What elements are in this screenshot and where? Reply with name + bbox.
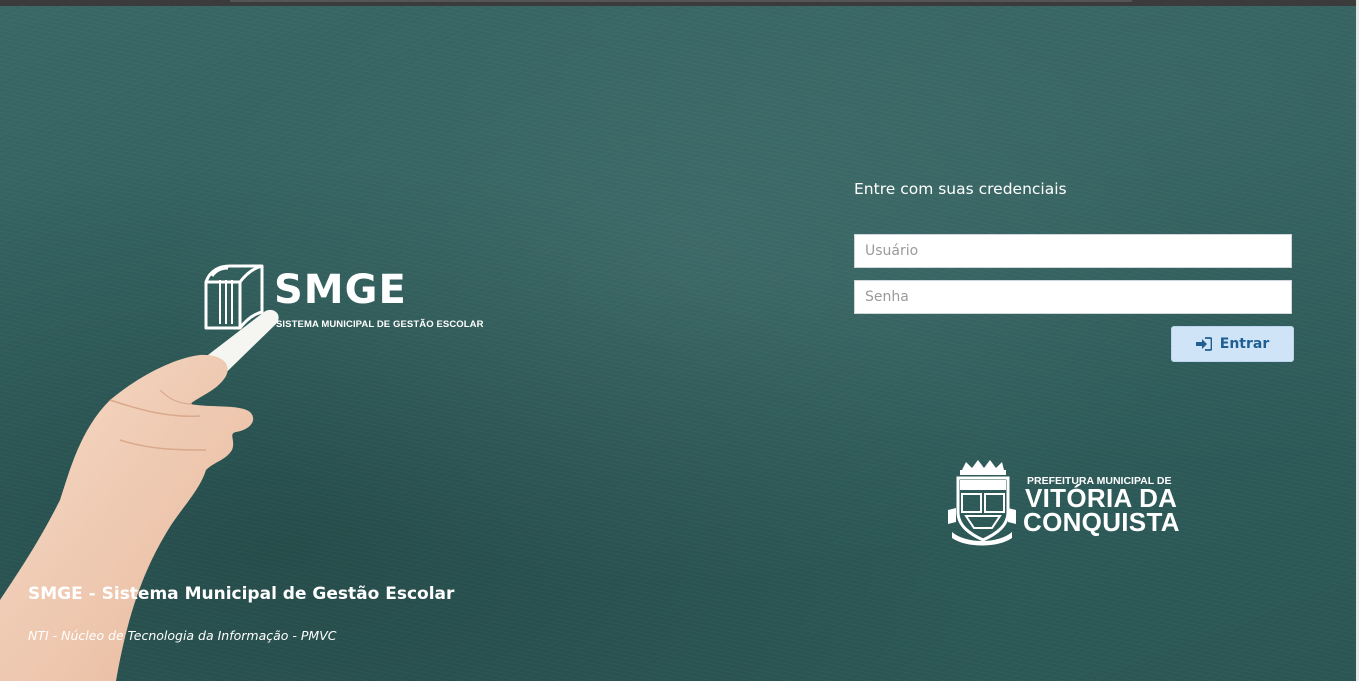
smge-logo-subtext: SISTEMA MUNICIPAL DE GESTÃO ESCOLAR (276, 319, 484, 330)
hand-with-chalk-image (0, 309, 279, 681)
prefeitura-line3: CONQUISTA (1023, 507, 1180, 537)
password-input[interactable] (854, 280, 1292, 314)
username-input[interactable] (854, 234, 1292, 268)
footer-title: SMGE - Sistema Municipal de Gestão Escol… (28, 584, 455, 604)
browser-top-bar (0, 0, 1359, 6)
login-page: SMGE SISTEMA MUNICIPAL DE GESTÃO ESCOLAR… (0, 0, 1359, 681)
login-button[interactable]: Entrar (1171, 326, 1294, 362)
smge-logo-text: SMGE (274, 267, 407, 313)
city-crest-icon (948, 460, 1016, 546)
sign-in-icon (1195, 337, 1212, 351)
prefeitura-logo: PREFEITURA MUNICIPAL DE VITÓRIA DA CONQU… (946, 460, 1206, 546)
login-heading: Entre com suas credenciais (854, 180, 1067, 198)
footer-subtitle: NTI - Núcleo de Tecnologia da Informação… (28, 628, 337, 643)
login-button-label: Entrar (1219, 336, 1270, 352)
